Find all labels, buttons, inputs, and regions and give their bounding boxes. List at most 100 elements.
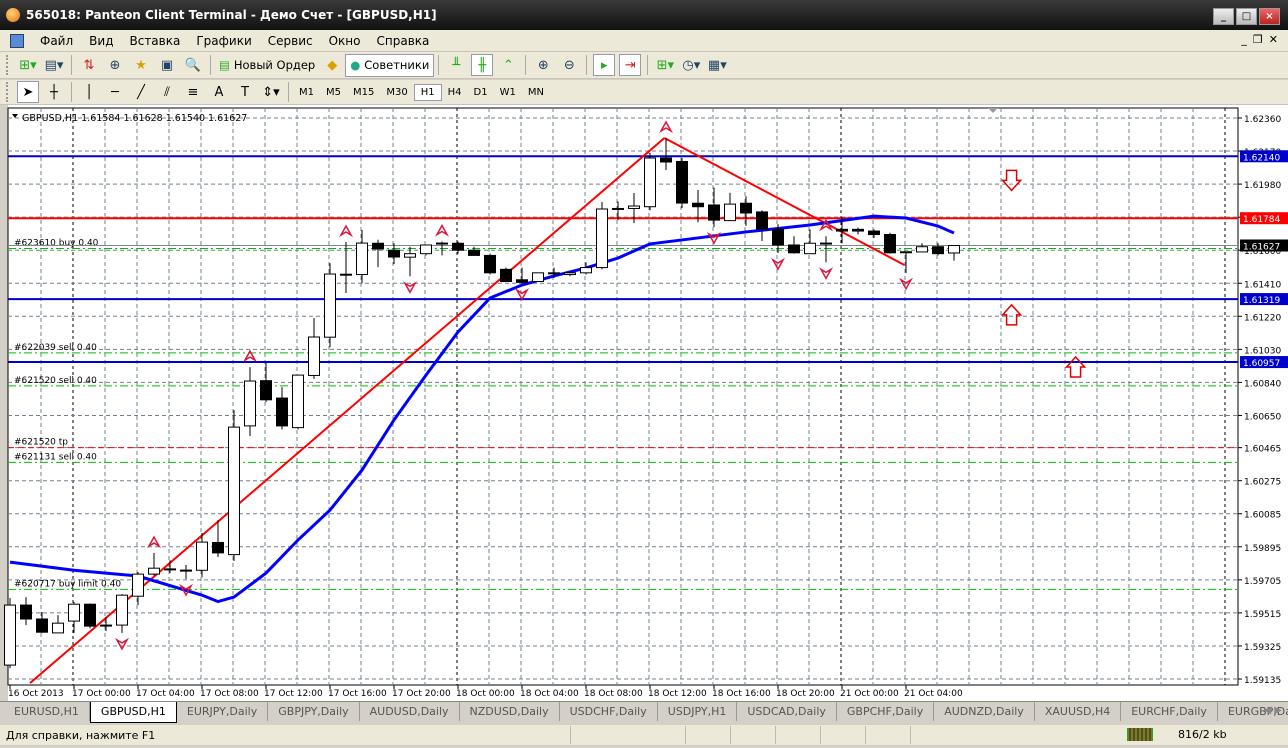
horizontal-line-icon[interactable]: ─ (104, 81, 126, 103)
bull-candle (180, 569, 192, 572)
data-window-icon[interactable]: ⊕ (104, 54, 126, 76)
x-tick-label: 17 Oct 04:00 (136, 689, 195, 699)
new-order-icon: ▤ (219, 58, 230, 72)
menu-window[interactable]: Окно (321, 34, 369, 48)
x-tick-label: 18 Oct 12:00 (648, 689, 707, 699)
bull-candle (4, 604, 16, 666)
profiles-icon[interactable]: ▤▾ (43, 54, 65, 76)
timeframe-m5[interactable]: M5 (320, 85, 347, 100)
order-label: #620717 buy limit 0.40 (14, 579, 121, 589)
symbol-tab[interactable]: XAUUSD,H4 (1035, 702, 1122, 721)
bear-candle (500, 268, 512, 283)
zoom-in-icon[interactable]: ⊕ (532, 54, 554, 76)
close-button[interactable]: × (1259, 8, 1280, 25)
new-chart-icon[interactable]: ⊞▾ (17, 54, 39, 76)
timeframe-d1[interactable]: D1 (468, 85, 494, 100)
navigator-icon[interactable]: ★ (130, 54, 152, 76)
menu-file[interactable]: Файл (32, 34, 81, 48)
standard-toolbar: ⊞▾ ▤▾ ⇅ ⊕ ★ ▣ 🔍 ▤ Новый Ордер ◆ ● Советник… (0, 52, 1288, 79)
chart-shift-icon[interactable]: ⇥ (619, 54, 642, 76)
y-tick-label: 1.62360 (1244, 115, 1281, 125)
symbol-tab[interactable]: USDJPY,H1 (658, 702, 738, 721)
symbol-tab[interactable]: EURJPY,Daily (177, 702, 269, 721)
bull-candle (244, 380, 256, 427)
symbol-tab[interactable]: EURCHF,Daily (1121, 702, 1218, 721)
terminal-icon[interactable]: ▣ (156, 54, 178, 76)
strategy-tester-icon[interactable]: 🔍 (182, 54, 204, 76)
crosshair-icon[interactable]: ┼ (43, 81, 65, 103)
timeframe-h4[interactable]: H4 (442, 85, 468, 100)
vertical-line-icon[interactable]: │ (78, 81, 100, 103)
menu-view[interactable]: Вид (81, 34, 121, 48)
experts-button[interactable]: ● Советники (345, 53, 435, 77)
y-tick-label: 1.61030 (1244, 346, 1281, 356)
candlestick-icon[interactable]: ╫ (471, 54, 494, 76)
bear-candle (660, 157, 672, 163)
connection-status-icon[interactable] (1127, 728, 1153, 741)
minimize-button[interactable]: _ (1213, 8, 1234, 25)
separator (71, 82, 72, 102)
new-order-button[interactable]: ▤ Новый Ордер (215, 54, 319, 77)
fibonacci-icon[interactable]: ≡ (182, 81, 204, 103)
mdi-restore-icon[interactable]: ❐ (1253, 33, 1263, 46)
x-tick-label: 17 Oct 00:00 (72, 689, 131, 699)
x-tick-label: 17 Oct 12:00 (264, 689, 323, 699)
bear-candle (36, 618, 48, 633)
bear-candle (516, 279, 528, 283)
autoscroll-icon[interactable]: ▸ (593, 54, 616, 76)
timeframe-m1[interactable]: M1 (293, 85, 320, 100)
bull-candle (644, 157, 656, 208)
menu-help[interactable]: Справка (369, 34, 438, 48)
zoom-out-icon[interactable]: ⊖ (558, 54, 580, 76)
maximize-button[interactable]: □ (1236, 8, 1257, 25)
bear-candle (756, 211, 768, 230)
symbol-tab[interactable]: EURUSD,H1 (4, 702, 90, 721)
x-tick-label: 17 Oct 08:00 (200, 689, 259, 699)
timeframe-h1[interactable]: H1 (413, 83, 442, 101)
symbol-tab[interactable]: AUDNZD,Daily (934, 702, 1035, 721)
y-tick-label: 1.60085 (1244, 511, 1281, 521)
menu-charts[interactable]: Графики (188, 34, 259, 48)
bull-candle (900, 251, 912, 254)
symbol-tab[interactable]: USDCAD,Daily (737, 702, 837, 721)
symbol-tab[interactable]: GBPJPY,Daily (268, 702, 360, 721)
timeframe-mn[interactable]: MN (522, 85, 550, 100)
symbol-tab[interactable]: GBPUSD,H1 (89, 702, 177, 723)
indicators-icon[interactable]: ⊞▾ (654, 54, 676, 76)
bull-candle (196, 541, 208, 571)
symbol-tabs: EURUSD,H1 GBPUSD,H1 EURJPY,Daily GBPJPY,Dai… (0, 701, 1288, 723)
x-tick-label: 18 Oct 08:00 (584, 689, 643, 699)
menu-insert[interactable]: Вставка (121, 34, 188, 48)
bear-candle (100, 624, 112, 627)
mdi-close-icon[interactable]: ✕ (1269, 33, 1278, 46)
symbol-tab[interactable]: AUDUSD,Daily (360, 702, 460, 721)
timeframe-m30[interactable]: M30 (380, 85, 413, 100)
market-watch-icon[interactable]: ⇅ (78, 54, 100, 76)
y-tick-label: 1.60275 (1244, 478, 1281, 488)
toolbar-grip[interactable] (6, 82, 9, 102)
arrows-icon[interactable]: ⇕▾ (260, 81, 282, 103)
toolbar-grip[interactable] (6, 55, 9, 75)
mdi-minimize-icon[interactable]: _ (1241, 33, 1247, 46)
symbol-tab[interactable]: GBPCHF,Daily (837, 702, 935, 721)
timeframe-w1[interactable]: W1 (494, 85, 522, 100)
bull-candle (804, 242, 816, 255)
price-chart[interactable]: #623610 buy 0.40 #622039 sell 0.40 #621520… (0, 105, 1288, 701)
text-label-icon[interactable]: T (234, 81, 256, 103)
menu-tools[interactable]: Сервис (260, 34, 321, 48)
y-tick-label: 1.61410 (1244, 280, 1281, 290)
trendline-icon[interactable]: ╱ (130, 81, 152, 103)
line-chart-icon[interactable]: ⌃ (497, 54, 519, 76)
equidistant-channel-icon[interactable]: ⫽ (156, 81, 178, 103)
periods-icon[interactable]: ◷▾ (680, 54, 702, 76)
symbol-tab[interactable]: NZDUSD,Daily (460, 702, 560, 721)
cursor-icon[interactable]: ➤ (17, 81, 39, 103)
text-icon[interactable]: A (208, 81, 230, 103)
x-tick-label: 18 Oct 16:00 (712, 689, 771, 699)
tab-scroll-arrows-icon[interactable]: ◀ ▶ (1263, 705, 1282, 716)
symbol-tab[interactable]: USDCHF,Daily (560, 702, 658, 721)
timeframe-m15[interactable]: M15 (347, 85, 380, 100)
bar-chart-icon[interactable]: ╨ (445, 54, 467, 76)
metaeditor-icon[interactable]: ◆ (321, 54, 343, 76)
templates-icon[interactable]: ▦▾ (706, 54, 728, 76)
